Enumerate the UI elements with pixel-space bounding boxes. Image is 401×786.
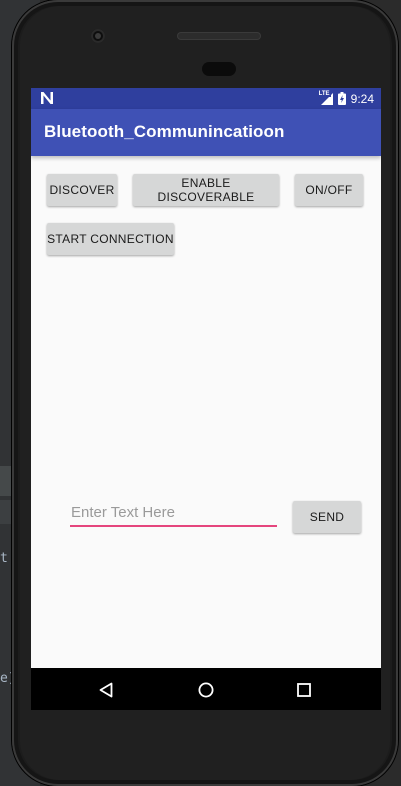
app-title: Bluetooth_Communincatioon: [44, 122, 285, 141]
start-connection-button[interactable]: START CONNECTION: [47, 223, 174, 255]
lte-signal-icon: LTE: [317, 90, 333, 105]
top-speaker-grille: [177, 32, 261, 40]
n-notification-icon: [41, 92, 53, 104]
home-icon[interactable]: [198, 682, 214, 698]
recents-icon[interactable]: [297, 683, 311, 697]
battery-charging-icon: [337, 92, 346, 105]
device-screen: LTE 9:24 Bluetooth_Communincatioon DISCO…: [31, 88, 381, 710]
status-time: 9:24: [350, 91, 374, 106]
send-button[interactable]: SEND: [293, 501, 361, 533]
message-input[interactable]: [70, 499, 277, 527]
earpiece-speaker: [202, 62, 236, 76]
status-icons: LTE 9:24: [317, 90, 374, 107]
status-bar: LTE 9:24: [31, 88, 381, 109]
navigation-bar: [31, 668, 381, 710]
front-camera-icon: [91, 29, 105, 43]
back-icon[interactable]: [99, 682, 113, 698]
enable-discoverable-button[interactable]: ENABLE DISCOVERABLE: [133, 174, 279, 206]
network-type-label: LTE: [317, 90, 331, 97]
discover-button[interactable]: DISCOVER: [47, 174, 117, 206]
app-bar: Bluetooth_Communincatioon: [31, 109, 381, 156]
on-off-button[interactable]: ON/OFF: [295, 174, 363, 206]
